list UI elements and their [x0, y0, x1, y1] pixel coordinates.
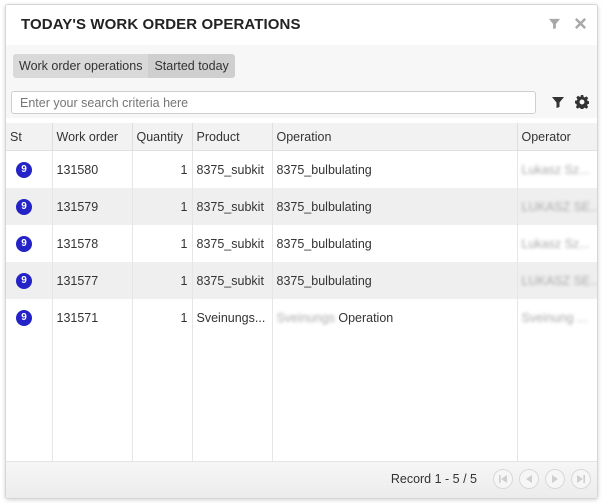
breadcrumb: Work order operations Started today: [13, 54, 235, 78]
work-order-cell: 131578: [52, 225, 133, 262]
status-badge: 9: [16, 310, 32, 326]
quantity-cell: 1: [132, 262, 193, 299]
table-row[interactable]: 9 131571 1 Sveinungs... Sveinungs Operat…: [6, 299, 597, 336]
operator-cell: Sveinung ...: [517, 299, 597, 336]
breadcrumb-item-started-today[interactable]: Started today: [148, 54, 235, 78]
search-input[interactable]: [11, 91, 536, 114]
operator-cell: LUKASZ SE...: [517, 188, 597, 225]
column-header-quantity[interactable]: Quantity: [132, 123, 193, 151]
toolbar-area: Work order operations Started today: [6, 45, 597, 118]
quantity-cell: 1: [132, 188, 193, 225]
operation-cell: 8375_bulbulating: [272, 225, 518, 262]
column-header-operator[interactable]: Operator: [517, 123, 597, 151]
product-cell: 8375_subkit: [192, 262, 273, 299]
operator-cell: Lukasz Sz...: [517, 225, 597, 262]
breadcrumb-item-work-order-operations[interactable]: Work order operations: [13, 54, 149, 78]
first-page-icon: [499, 475, 507, 483]
operation-cell: Sveinungs Operation: [272, 299, 518, 336]
status-badge: 9: [16, 273, 32, 289]
operation-cell: 8375_bulbulating: [272, 188, 518, 225]
product-cell: 8375_subkit: [192, 188, 273, 225]
product-cell: 8375_subkit: [192, 225, 273, 262]
pager-footer: Record 1 - 5 / 5: [6, 461, 597, 498]
status-badge: 9: [16, 162, 32, 178]
first-page-button[interactable]: [493, 469, 513, 489]
status-badge: 9: [16, 199, 32, 215]
gear-icon[interactable]: [575, 95, 590, 111]
quantity-cell: 1: [132, 225, 193, 262]
operations-table: St Work order Quantity Product Operation…: [6, 123, 597, 466]
filter-icon[interactable]: [548, 17, 561, 30]
operation-cell: 8375_bulbulating: [272, 262, 518, 299]
column-header-work-order[interactable]: Work order: [52, 123, 133, 151]
work-order-cell: 131577: [52, 262, 133, 299]
column-header-status[interactable]: St: [6, 123, 53, 151]
empty-filler-row: [6, 336, 597, 466]
panel-title: TODAY'S WORK ORDER OPERATIONS: [21, 16, 301, 33]
column-header-product[interactable]: Product: [192, 123, 273, 151]
table-row[interactable]: 9 131580 1 8375_subkit 8375_bulbulating …: [6, 150, 597, 188]
previous-page-button[interactable]: [519, 469, 539, 489]
table-header-row: St Work order Quantity Product Operation…: [6, 123, 597, 151]
quantity-cell: 1: [132, 150, 193, 188]
work-order-cell: 131580: [52, 150, 133, 188]
table-row[interactable]: 9 131578 1 8375_subkit 8375_bulbulating …: [6, 225, 597, 262]
next-page-icon: [552, 475, 558, 483]
quantity-cell: 1: [132, 299, 193, 336]
product-cell: 8375_subkit: [192, 150, 273, 188]
column-header-operation[interactable]: Operation: [272, 123, 518, 151]
table-row[interactable]: 9 131577 1 8375_subkit 8375_bulbulating …: [6, 262, 597, 299]
close-icon[interactable]: [574, 17, 587, 30]
last-page-icon: [577, 475, 585, 483]
next-page-button[interactable]: [545, 469, 565, 489]
work-order-operations-panel: TODAY'S WORK ORDER OPERATIONS Work order…: [5, 4, 598, 499]
work-order-cell: 131579: [52, 188, 133, 225]
work-order-cell: 131571: [52, 299, 133, 336]
record-count: Record 1 - 5 / 5: [390, 472, 477, 486]
last-page-button[interactable]: [571, 469, 591, 489]
operator-cell: LUKASZ SE...: [517, 262, 597, 299]
product-cell: Sveinungs...: [192, 299, 273, 336]
status-badge: 9: [16, 236, 32, 252]
filter-icon[interactable]: [551, 95, 565, 109]
panel-header: TODAY'S WORK ORDER OPERATIONS: [6, 5, 597, 45]
operator-cell: Lukasz Sz...: [517, 150, 597, 188]
operation-cell: 8375_bulbulating: [272, 150, 518, 188]
previous-page-icon: [526, 475, 532, 483]
table-row[interactable]: 9 131579 1 8375_subkit 8375_bulbulating …: [6, 188, 597, 225]
